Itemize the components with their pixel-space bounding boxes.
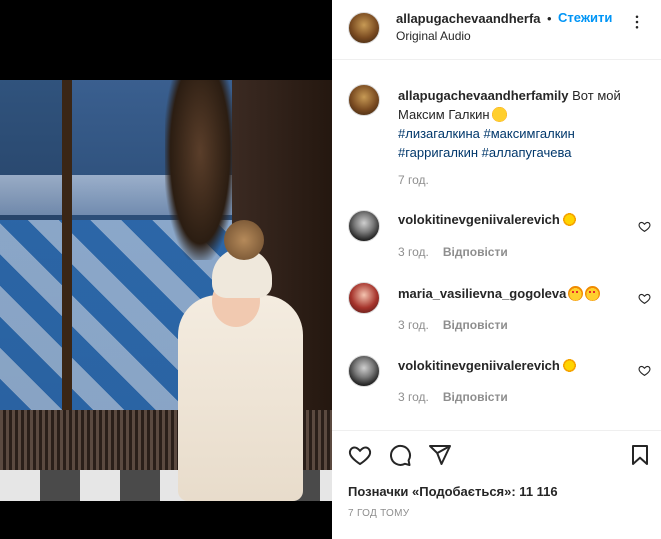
media-panel [0, 0, 332, 539]
star-eyes-emoji-icon [585, 286, 601, 301]
sun-emoji-icon [561, 212, 577, 227]
audio-label[interactable]: Original Audio [396, 29, 471, 43]
comment-avatar[interactable] [348, 282, 380, 314]
likes-count[interactable]: Позначки «Подобається»: 11 116 [348, 484, 558, 499]
header-username[interactable]: allapugachevaandherfa [396, 11, 546, 26]
reply-button[interactable]: Відповісти [443, 245, 508, 259]
heart-icon[interactable] [638, 292, 651, 305]
heart-icon[interactable] [638, 220, 651, 233]
caption-username[interactable]: allapugachevaandherfamily [398, 88, 569, 103]
comment-item: volokitinevgeniivalerevich [398, 358, 577, 373]
comment-avatar[interactable] [348, 210, 380, 242]
bookmark-icon[interactable] [628, 443, 652, 467]
heart-icon[interactable] [348, 443, 372, 467]
comment-avatar[interactable] [348, 355, 380, 387]
heart-icon[interactable] [638, 364, 651, 377]
comment-item: maria_vasilievna_gogoleva [398, 286, 601, 301]
caption-avatar[interactable] [348, 84, 380, 116]
post-actions: Позначки «Подобається»: 11 116 7 ГОД ТОМ… [332, 430, 661, 539]
scene-window-frame [62, 80, 72, 410]
hashtags-line-2[interactable]: #гарригалкин #аллапугачева [398, 145, 571, 160]
separator-dot: • [547, 11, 552, 26]
comment-time[interactable]: 3 год. [398, 318, 429, 332]
reply-button[interactable]: Відповісти [443, 318, 508, 332]
sun-emoji-icon [561, 358, 577, 373]
post-header: allapugachevaandherfa • Стежити Original… [332, 0, 661, 60]
hashtags-line-1[interactable]: #лизагалкина #максимгалкин [398, 126, 575, 141]
post-caption: allapugachevaandherfamily Вот мой Максим… [398, 86, 646, 162]
paper-plane-icon[interactable] [428, 443, 452, 467]
follow-button[interactable]: Стежити [558, 10, 612, 25]
comment-time[interactable]: 3 год. [398, 245, 429, 259]
reply-button[interactable]: Відповісти [443, 390, 508, 404]
grimace-emoji-icon [491, 107, 507, 122]
comment-username[interactable]: volokitinevgeniivalerevich [398, 212, 560, 227]
comment-time[interactable]: 3 год. [398, 390, 429, 404]
comment-meta: 3 год. Відповісти [398, 390, 508, 404]
more-horizontal-icon[interactable] [628, 13, 646, 31]
post-side-panel: allapugachevaandherfa • Стежити Original… [332, 0, 661, 539]
star-eyes-emoji-icon [568, 286, 584, 301]
caption-time[interactable]: 7 год. [398, 173, 429, 187]
post-timestamp[interactable]: 7 ГОД ТОМУ [348, 508, 409, 519]
comment-icon[interactable] [388, 443, 412, 467]
avatar[interactable] [348, 12, 380, 44]
comment-item: volokitinevgeniivalerevich [398, 212, 577, 227]
comment-username[interactable]: maria_vasilievna_gogoleva [398, 286, 566, 301]
scene-hat-pompom [224, 220, 264, 260]
post-video[interactable] [0, 80, 332, 501]
comment-meta: 3 год. Відповісти [398, 245, 508, 259]
comment-meta: 3 год. Відповісти [398, 318, 508, 332]
comment-username[interactable]: volokitinevgeniivalerevich [398, 358, 560, 373]
